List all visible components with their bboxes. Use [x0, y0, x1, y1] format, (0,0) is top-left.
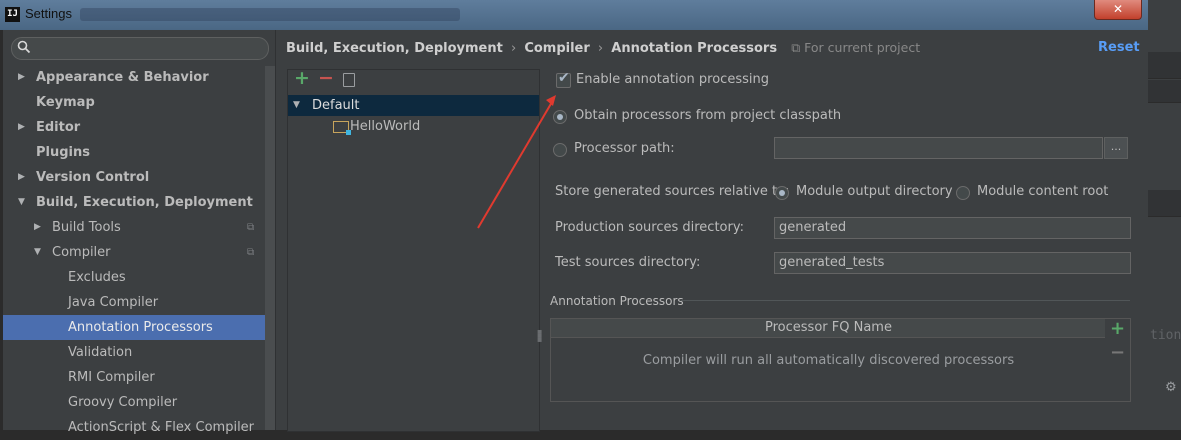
annotation-arrow: [477, 95, 556, 229]
